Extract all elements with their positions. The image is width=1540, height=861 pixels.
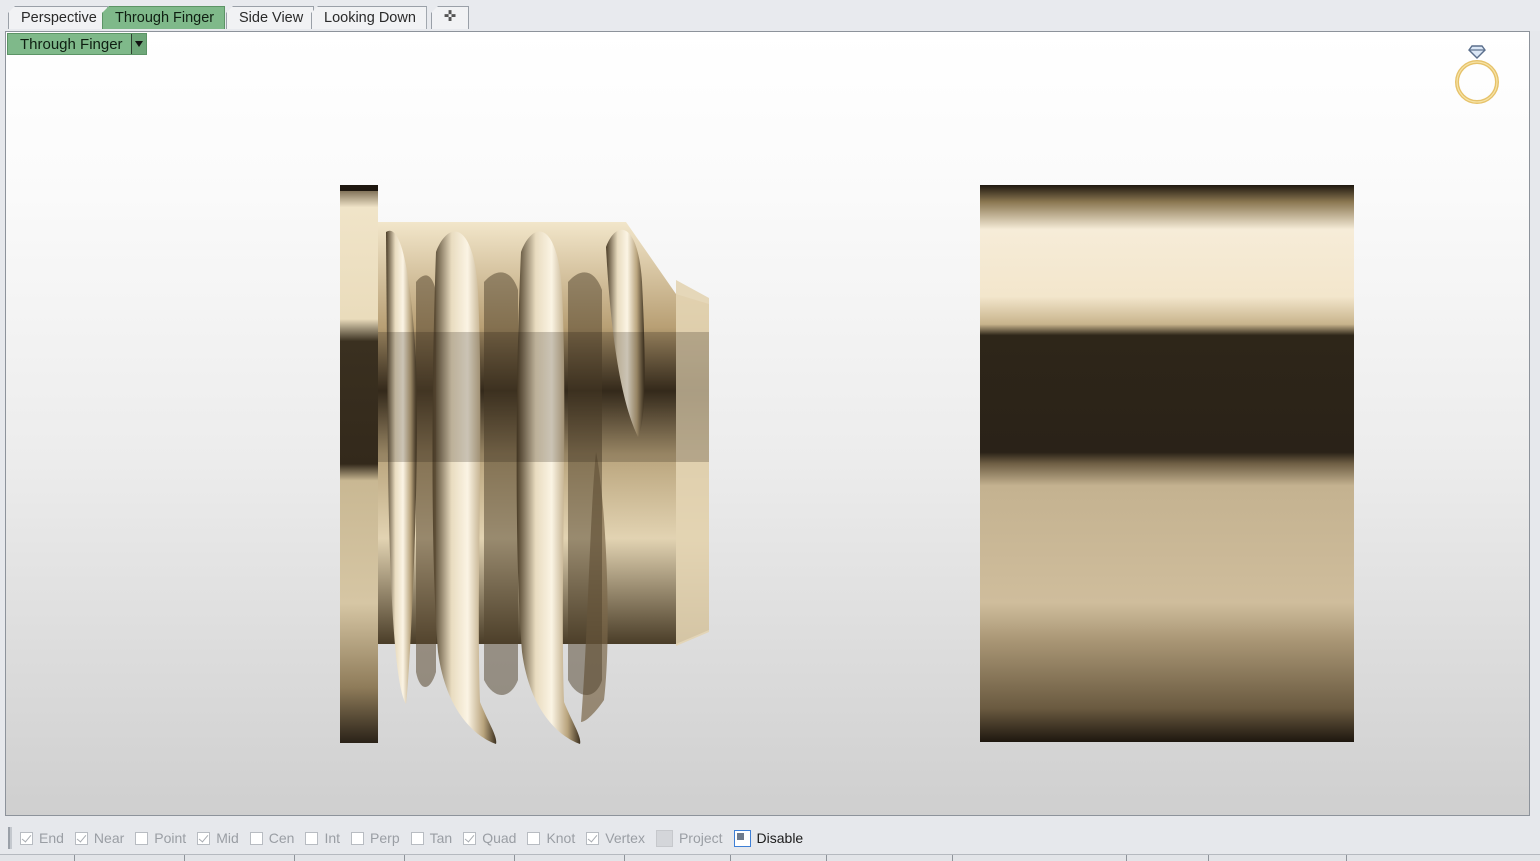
checkbox-end[interactable] (20, 831, 33, 845)
checkbox-perp[interactable] (351, 831, 365, 845)
osnap-end[interactable]: End (20, 830, 64, 846)
checkbox-near[interactable] (74, 831, 88, 845)
add-tab-button[interactable]: ✜ (431, 6, 469, 29)
osnap-knot[interactable]: Knot (527, 830, 575, 846)
osnap-label: Project (678, 830, 723, 846)
checkbox-project[interactable] (655, 829, 673, 847)
osnap-disable[interactable]: Disable (733, 829, 804, 847)
osnap-near[interactable]: Near (74, 830, 125, 846)
threaded-part (340, 185, 709, 744)
checkbox-vertex[interactable] (586, 831, 600, 845)
osnap-label: Disable (756, 830, 804, 846)
checkbox-cen[interactable] (249, 831, 263, 845)
checkbox-mid[interactable] (197, 831, 211, 845)
cylinder-part (980, 185, 1354, 742)
osnap-label: Near (93, 830, 125, 846)
osnap-label: Int (324, 830, 341, 846)
checkbox-knot[interactable] (527, 831, 541, 845)
checkbox-disable[interactable] (733, 829, 751, 847)
toolbar-grip[interactable] (8, 827, 12, 849)
rendered-scene (340, 185, 1354, 744)
osnap-label: Knot (546, 830, 576, 846)
osnap-cen[interactable]: Cen (249, 830, 295, 846)
osnap-project[interactable]: Project (655, 829, 723, 847)
osnap-label: Perp (370, 830, 400, 846)
viewport-tab-bar: Perspective Through Finger Side View Loo… (0, 0, 1540, 31)
checkbox-quad[interactable] (463, 831, 477, 845)
viewport-title-tab[interactable]: Through Finger (7, 33, 147, 55)
ring-with-diamond-icon[interactable] (1452, 42, 1502, 108)
tab-through-finger[interactable]: Through Finger (102, 6, 226, 29)
osnap-vertex[interactable]: Vertex (586, 830, 645, 846)
tab-side-view[interactable]: Side View (226, 6, 315, 29)
plus-icon: ✜ (443, 8, 457, 25)
osnap-label: Tan (429, 830, 453, 846)
viewport-title: Through Finger (20, 35, 123, 53)
osnap-toolbar: End Near Point Mid Cen Int Perp Tan Quad… (0, 824, 1540, 852)
osnap-label: Mid (216, 830, 239, 846)
osnap-label: Quad (482, 830, 517, 846)
tab-perspective[interactable]: Perspective (8, 6, 108, 29)
osnap-perp[interactable]: Perp (351, 830, 400, 846)
checkbox-point[interactable] (135, 831, 149, 845)
caret-down-icon[interactable] (130, 34, 146, 54)
osnap-point[interactable]: Point (135, 830, 186, 846)
checkbox-tan[interactable] (410, 831, 424, 845)
osnap-quad[interactable]: Quad (463, 830, 516, 846)
osnap-tan[interactable]: Tan (410, 830, 453, 846)
osnap-label: Vertex (605, 830, 645, 846)
osnap-label: End (39, 830, 64, 846)
tab-looking-down[interactable]: Looking Down (311, 6, 427, 29)
osnap-label: Cen (268, 830, 295, 846)
checkbox-int[interactable] (305, 831, 319, 845)
osnap-int[interactable]: Int (305, 830, 340, 846)
osnap-label: Point (154, 830, 187, 846)
viewport-through-finger[interactable]: Through Finger (5, 31, 1530, 816)
osnap-mid[interactable]: Mid (197, 830, 239, 846)
